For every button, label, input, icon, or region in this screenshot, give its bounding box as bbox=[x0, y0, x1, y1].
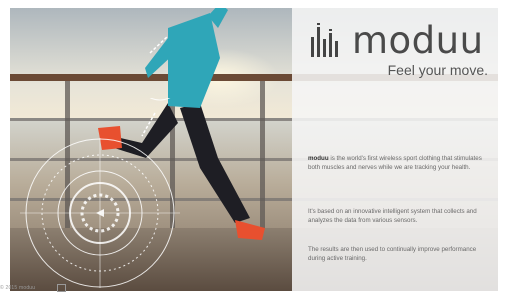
description-paragraph-2: It's based on an innovative intelligent … bbox=[308, 208, 477, 224]
description-paragraph-3: The results are then used to continually… bbox=[308, 246, 477, 262]
brand-tagline: Feel your move. bbox=[387, 62, 488, 78]
description-paragraph-1: moduu is the world's first wireless spor… bbox=[308, 154, 488, 172]
brand-name: moduu bbox=[352, 19, 484, 62]
copyright-caption: © 2015 moduu bbox=[0, 285, 36, 291]
video-frame: moduu Feel your move. moduu is the world… bbox=[10, 8, 498, 291]
paragraph-1-text: is the world's first wireless sport clot… bbox=[308, 155, 482, 171]
equalizer-bars-logo bbox=[311, 23, 338, 57]
sensor-hud-circles bbox=[20, 98, 180, 288]
fullscreen-icon[interactable] bbox=[57, 284, 66, 292]
brand-inline-bold: moduu bbox=[308, 155, 329, 162]
info-panel: moduu Feel your move. moduu is the world… bbox=[292, 8, 498, 291]
